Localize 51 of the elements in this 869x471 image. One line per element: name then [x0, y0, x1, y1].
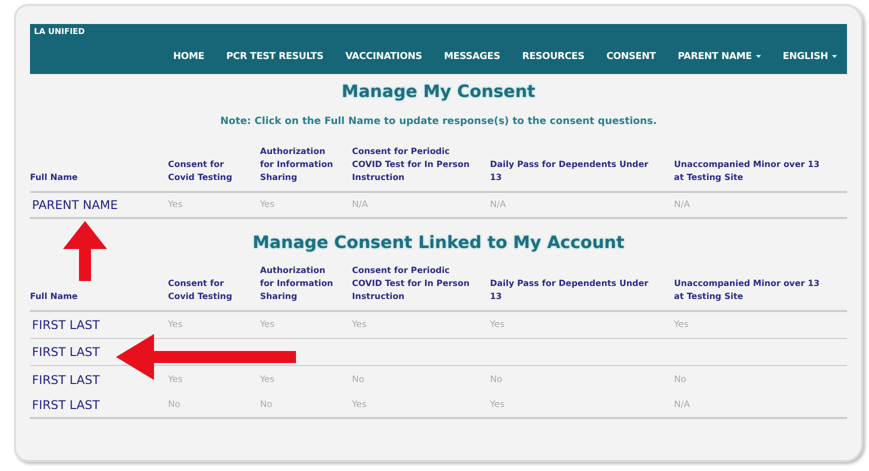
name-link[interactable]: PARENT NAME: [30, 198, 118, 212]
nav-link[interactable]: PCR TEST RESULTS: [214, 51, 334, 62]
answer-text: N/A: [352, 200, 368, 210]
column-header: Consent for Periodic COVID Test for In Person Instruction: [352, 146, 471, 185]
column-header: Unaccompanied Minor over 13 at Testing Site: [674, 159, 821, 185]
answer-text: No: [352, 374, 364, 384]
answer-text: Yes: [168, 374, 183, 384]
nav-link[interactable]: VACCINATIONS: [333, 51, 432, 62]
answer-text: Yes: [168, 320, 183, 330]
answer-text: Yes: [352, 400, 367, 410]
answer-text: Yes: [352, 320, 367, 330]
column-header: Authorization for Information Sharing: [260, 146, 334, 185]
column-header: Consent for Covid Testing: [168, 278, 234, 304]
answer-text: N/A: [674, 200, 690, 210]
answer-text: N/A: [674, 400, 690, 410]
name-link[interactable]: FIRST LAST: [30, 345, 100, 359]
answer-text: Yes: [674, 320, 689, 330]
answer-text: Yes: [490, 320, 505, 330]
name-link[interactable]: FIRST LAST: [30, 398, 100, 412]
column-header: Unaccompanied Minor over 13 at Testing Site: [674, 278, 821, 304]
answer-text: Yes: [260, 320, 275, 330]
nav-link[interactable]: PARENT NAME: [666, 51, 771, 62]
answer-text: Yes: [260, 374, 275, 384]
brand-name: LA UNIFIED: [34, 27, 85, 36]
answer-text: Yes: [260, 200, 275, 210]
name-link[interactable]: FIRST LAST: [30, 318, 100, 332]
column-header: Consent for Periodic COVID Test for In Person Instruction: [352, 265, 471, 304]
nav-link[interactable]: ENGLISH: [770, 51, 847, 62]
section-title: Manage Consent Linked to My Account: [252, 233, 626, 253]
answer-text: Yes: [168, 200, 183, 210]
nav-link[interactable]: MESSAGES: [432, 51, 510, 62]
column-header: Consent for Covid Testing: [168, 159, 234, 185]
name-link[interactable]: FIRST LAST: [30, 372, 100, 386]
answer-text: N/A: [490, 200, 506, 210]
column-header: Authorization for Information Sharing: [260, 265, 334, 304]
answer-text: No: [674, 374, 686, 384]
answer-text: No: [168, 400, 180, 410]
nav-link[interactable]: CONSENT: [594, 51, 666, 62]
answer-text: No: [260, 400, 272, 410]
column-header: Daily Pass for Dependents Under 13: [490, 278, 650, 304]
caret-icon: [832, 55, 837, 58]
caret-icon: [756, 55, 761, 58]
nav-link[interactable]: RESOURCES: [510, 51, 594, 62]
nav-link[interactable]: HOME: [161, 51, 214, 62]
column-header: Daily Pass for Dependents Under 13: [490, 159, 650, 185]
answer-text: No: [490, 374, 502, 384]
column-header: Full Name: [30, 291, 79, 304]
answer-text: Yes: [490, 400, 505, 410]
note-text: Note: Click on the Full Name to update response(s) to the consent questions.: [219, 116, 658, 128]
section-title: Manage My Consent: [340, 82, 536, 102]
column-header: Full Name: [30, 172, 79, 185]
